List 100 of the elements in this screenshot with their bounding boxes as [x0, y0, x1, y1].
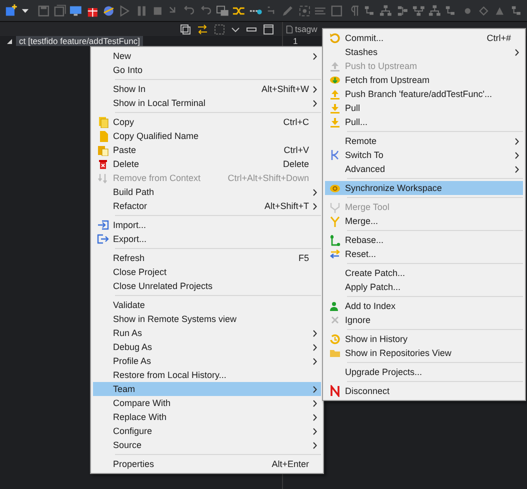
menu-item[interactable]: Pull...: [325, 115, 523, 129]
expand-triangle-icon[interactable]: [6, 38, 13, 44]
chevron-right-icon: [515, 48, 519, 56]
menu-item[interactable]: Debug As: [93, 340, 321, 354]
menu-item[interactable]: Disconnect: [325, 384, 523, 398]
menu-item[interactable]: Create Patch...: [325, 266, 523, 280]
menu-item[interactable]: Refresh F5: [93, 251, 321, 265]
menu-item[interactable]: Synchronize Workspace: [325, 181, 523, 195]
line-number: 1: [293, 36, 298, 46]
shortcut-label: Ctrl+C: [283, 117, 309, 127]
menu-item[interactable]: Show in History: [325, 332, 523, 346]
menu-item[interactable]: Show in Local Terminal: [93, 96, 321, 110]
menu-item[interactable]: Close Project: [93, 265, 321, 279]
shortcut-label: Ctrl+#: [486, 33, 511, 43]
menu-item[interactable]: Fetch from Upstream: [325, 73, 523, 87]
menu-item[interactable]: Export...: [93, 232, 321, 246]
menu-item[interactable]: Stashes: [325, 45, 523, 59]
menu-item[interactable]: Merge...: [325, 214, 523, 228]
export-icon: [97, 233, 109, 245]
shortcut-label: Alt+Shift+W: [261, 84, 309, 94]
focus-icon[interactable]: [214, 24, 225, 34]
menu-item[interactable]: Source: [93, 438, 321, 452]
menu-item[interactable]: Commit... Ctrl+#: [325, 31, 523, 45]
menu-item[interactable]: Rebase...: [325, 233, 523, 247]
menu-item[interactable]: Paste Ctrl+V: [93, 143, 321, 157]
hierarchy-icon[interactable]: [428, 4, 442, 18]
import-icon: [97, 219, 109, 231]
menu-item[interactable]: Ignore: [325, 313, 523, 327]
chevron-down-icon[interactable]: [231, 24, 240, 34]
collapse-icon[interactable]: [180, 24, 191, 34]
shortcut-label: Ctrl+V: [284, 145, 309, 155]
person-icon: [329, 300, 341, 312]
menu-item[interactable]: Run As: [93, 326, 321, 340]
menu-item[interactable]: Delete Delete: [93, 157, 321, 171]
menu-item[interactable]: Replace With: [93, 410, 321, 424]
pencil-icon[interactable]: [281, 4, 295, 18]
download-icon: [329, 116, 341, 128]
frame-icon[interactable]: [330, 4, 344, 18]
hierarchy-icon[interactable]: [510, 4, 523, 18]
menu-item[interactable]: Show In Alt+Shift+W: [93, 82, 321, 96]
menu-item[interactable]: Switch To: [325, 148, 523, 162]
menu-item[interactable]: Properties Alt+Enter: [93, 457, 321, 471]
hierarchy-icon[interactable]: [396, 4, 409, 18]
menu-item[interactable]: Build Path: [93, 185, 321, 199]
shortcut-label: Ctrl+Alt+Shift+Down: [228, 173, 309, 183]
monitor-icon[interactable]: [69, 4, 83, 18]
menu-item[interactable]: New: [93, 49, 321, 63]
new-file-icon[interactable]: [4, 4, 18, 18]
menu-item[interactable]: Configure: [93, 424, 321, 438]
menu-item[interactable]: Push Branch 'feature/addTestFunc'...: [325, 87, 523, 101]
document-icon: [97, 130, 109, 142]
menu-item[interactable]: Copy Ctrl+C: [93, 115, 321, 129]
trash-icon: [97, 158, 109, 170]
diamond-icon[interactable]: [477, 4, 490, 18]
target-icon[interactable]: [298, 4, 311, 18]
hierarchy-icon[interactable]: [379, 4, 392, 18]
window-icon[interactable]: [216, 4, 230, 18]
tree-item[interactable]: ct [testfido feature/addTestFunc]: [16, 36, 143, 46]
upload-icon: [329, 60, 341, 72]
menu-item[interactable]: Upgrade Projects...: [325, 365, 523, 379]
menu-item[interactable]: Go Into: [93, 63, 321, 77]
download-icon: [329, 102, 341, 114]
menu-item[interactable]: Pull: [325, 101, 523, 115]
hierarchy-icon[interactable]: [412, 4, 426, 18]
merge-icon: [329, 201, 341, 213]
menu-item[interactable]: Copy Qualified Name: [93, 129, 321, 143]
menu-item[interactable]: Import...: [93, 218, 321, 232]
file-icon: [286, 24, 293, 34]
menu-item[interactable]: Refactor Alt+Shift+T: [93, 199, 321, 213]
maximize-icon[interactable]: [263, 24, 274, 34]
menu-item[interactable]: Team: [93, 382, 321, 396]
folder-icon: [329, 347, 341, 359]
hierarchy-icon[interactable]: [362, 4, 376, 18]
editor-tab[interactable]: tsagw: [295, 24, 318, 34]
menu-item[interactable]: Remote: [325, 134, 523, 148]
globe-icon[interactable]: [102, 4, 116, 18]
menu-item[interactable]: Restore from Local History...: [93, 368, 321, 382]
menu-item[interactable]: Advanced: [325, 162, 523, 176]
zigzag-icon: [329, 385, 341, 397]
link-icon[interactable]: [197, 24, 208, 34]
cloud-icon: [329, 182, 341, 194]
chevron-right-icon: [313, 52, 317, 60]
menu-item[interactable]: Apply Patch...: [325, 280, 523, 294]
shortcut-label: Alt+Enter: [272, 459, 309, 469]
document-icon: [97, 116, 109, 128]
menu-item[interactable]: Reset...: [325, 247, 523, 261]
menu-item[interactable]: Compare With: [93, 396, 321, 410]
clipboard-icon: [97, 144, 109, 156]
cloud-icon: [329, 74, 341, 86]
shortcut-label: Delete: [282, 159, 309, 169]
menu-item[interactable]: Show in Remote Systems view: [93, 312, 321, 326]
menu-item[interactable]: Validate: [93, 298, 321, 312]
menu-item[interactable]: Profile As: [93, 354, 321, 368]
menu-item[interactable]: Add to Index: [325, 299, 523, 313]
arrows-icon: [97, 172, 109, 184]
menu-item[interactable]: Show in Repositories View: [325, 346, 523, 360]
menu-item[interactable]: Close Unrelated Projects: [93, 279, 321, 293]
shortcut-label: Alt+Shift+T: [264, 201, 309, 211]
circular-arrow-icon: [329, 32, 341, 44]
cross-icon: [329, 314, 341, 326]
